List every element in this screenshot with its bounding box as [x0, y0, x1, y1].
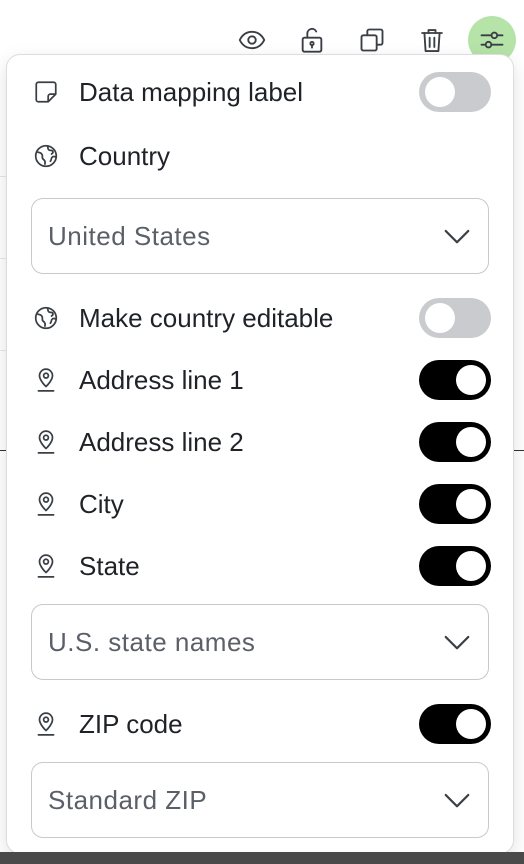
state-toggle[interactable] [419, 546, 491, 586]
toggle-knob [425, 303, 455, 333]
zip-label: ZIP code [79, 708, 183, 739]
map-pin-icon [31, 489, 61, 519]
trash-icon[interactable] [414, 22, 450, 58]
zip-format-select[interactable]: Standard ZIP [31, 762, 489, 838]
eye-icon[interactable] [234, 22, 270, 58]
state-row: State [31, 544, 491, 588]
note-icon [31, 77, 61, 107]
address-line-1-row: Address line 1 [31, 358, 491, 402]
toggle-knob [456, 427, 486, 457]
toggle-knob [456, 551, 486, 581]
city-label: City [79, 488, 124, 519]
map-pin-icon [31, 551, 61, 581]
zip-row: ZIP code [31, 702, 491, 746]
toggle-knob [456, 489, 486, 519]
zip-format-value: Standard ZIP [48, 784, 208, 815]
address-line-1-toggle[interactable] [419, 360, 491, 400]
toggle-knob [425, 77, 455, 107]
address-line-2-label: Address line 2 [79, 426, 244, 457]
make-country-editable-row: Make country editable [31, 296, 491, 340]
address-line-1-label: Address line 1 [79, 364, 244, 395]
zip-toggle[interactable] [419, 704, 491, 744]
data-mapping-label: Data mapping label [79, 76, 304, 107]
globe-icon [31, 303, 61, 333]
chevron-down-icon [444, 229, 470, 244]
country-select-value: United States [48, 220, 211, 251]
divider [514, 450, 524, 451]
chevron-down-icon [444, 635, 470, 650]
address-line-2-row: Address line 2 [31, 420, 491, 464]
chevron-down-icon [444, 793, 470, 808]
city-row: City [31, 482, 491, 526]
city-toggle[interactable] [419, 484, 491, 524]
map-pin-icon [31, 365, 61, 395]
state-format-select[interactable]: U.S. state names [31, 604, 489, 680]
address-settings-panel: Data mapping label Country United States [6, 54, 514, 854]
data-mapping-row: Data mapping label [31, 70, 491, 114]
address-line-2-toggle[interactable] [419, 422, 491, 462]
country-label: Country [79, 140, 171, 171]
toggle-knob [456, 365, 486, 395]
state-format-value: U.S. state names [48, 626, 256, 657]
data-mapping-toggle[interactable] [419, 72, 491, 112]
globe-icon [31, 141, 61, 171]
bottom-bar [0, 852, 524, 864]
copy-icon[interactable] [354, 22, 390, 58]
map-pin-icon [31, 709, 61, 739]
country-row: Country [31, 134, 491, 178]
toggle-knob [456, 709, 486, 739]
unlock-icon[interactable] [294, 22, 330, 58]
country-select[interactable]: United States [31, 198, 489, 274]
state-label: State [79, 550, 140, 581]
make-country-editable-label: Make country editable [79, 302, 334, 333]
map-pin-icon [31, 427, 61, 457]
make-country-editable-toggle[interactable] [419, 298, 491, 338]
